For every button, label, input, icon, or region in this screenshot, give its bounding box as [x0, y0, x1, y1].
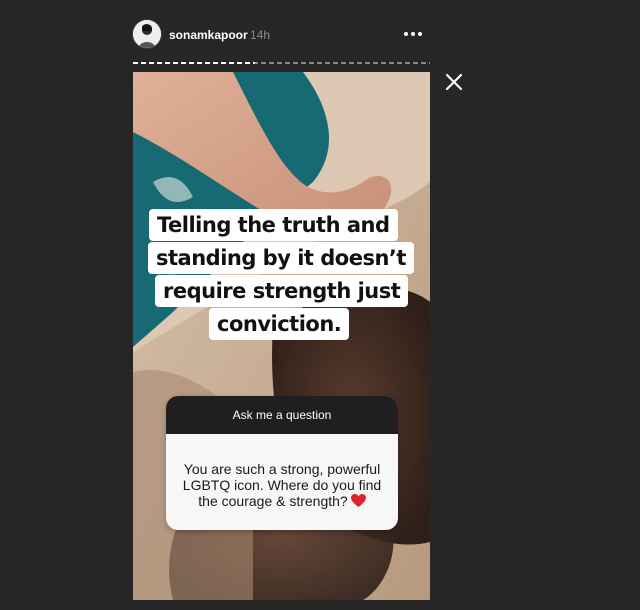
close-button[interactable] — [444, 72, 464, 92]
question-text: You are such a strong, powerful LGBTQ ic… — [166, 434, 398, 509]
question-line: You are such a strong, powerful — [183, 461, 381, 477]
question-line: the courage & strength? — [198, 493, 348, 509]
story-frame[interactable]: Telling the truth and standing by it doe… — [133, 72, 430, 600]
close-icon — [445, 73, 463, 91]
story-progress-fill — [133, 62, 255, 64]
question-line-last: the courage & strength? — [176, 493, 388, 509]
quote-line: conviction. — [209, 308, 350, 340]
more-horizontal-icon — [404, 32, 422, 36]
heart-icon — [350, 494, 366, 508]
avatar[interactable] — [133, 20, 161, 48]
username-link[interactable]: sonamkapoor — [169, 27, 248, 43]
question-line: LGBTQ icon. Where do you find — [182, 477, 382, 493]
quote-line: require strength just — [155, 275, 409, 307]
question-sticker-header: Ask me a question — [166, 396, 398, 434]
quote-line: Telling the truth and — [149, 209, 398, 241]
post-time: 14h — [250, 28, 271, 42]
story-progress-bar — [133, 62, 430, 64]
quote-line: standing by it doesn’t — [148, 242, 414, 274]
question-sticker[interactable]: Ask me a question You are such a strong,… — [166, 396, 398, 530]
more-options-button[interactable] — [400, 24, 426, 44]
avatar-photo — [133, 20, 161, 48]
